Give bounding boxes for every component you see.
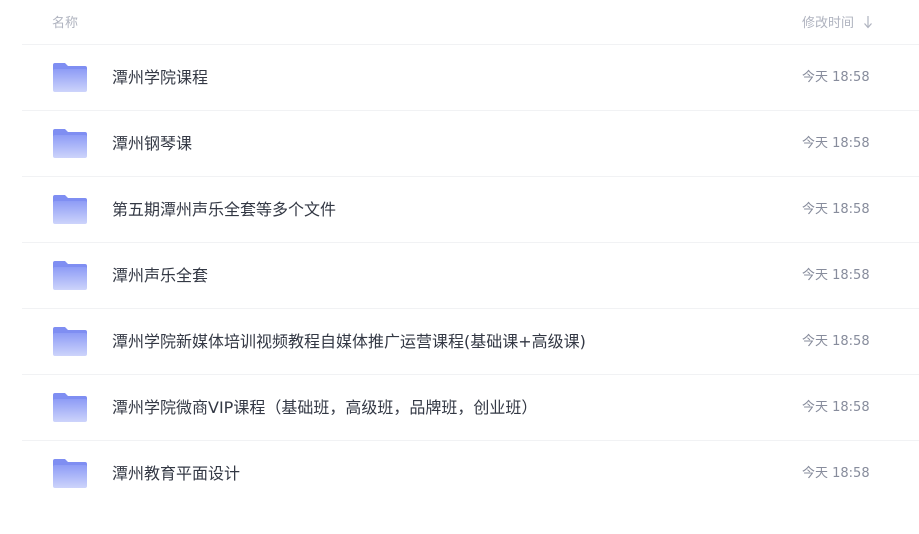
file-row[interactable]: 第五期潭州声乐全套等多个文件 今天 18:58 bbox=[22, 177, 919, 243]
folder-icon bbox=[53, 195, 87, 224]
file-rows: 潭州学院课程 今天 18:58 潭州钢琴课 今天 18:58 第五期潭州声乐全套… bbox=[22, 45, 919, 506]
folder-icon bbox=[53, 327, 87, 356]
file-name[interactable]: 潭州学院课程 bbox=[112, 67, 208, 89]
column-header-modified[interactable]: 修改时间 bbox=[802, 12, 873, 31]
file-modified-time: 今天 18:58 bbox=[802, 466, 870, 481]
file-row[interactable]: 潭州学院课程 今天 18:58 bbox=[22, 45, 919, 111]
file-name[interactable]: 潭州教育平面设计 bbox=[112, 463, 240, 485]
file-name[interactable]: 第五期潭州声乐全套等多个文件 bbox=[112, 199, 336, 221]
file-modified-time: 今天 18:58 bbox=[802, 334, 870, 349]
file-list: 名称 修改时间 潭州学院课程 今天 18:58 潭州钢琴课 今天 18:58 第… bbox=[22, 0, 919, 506]
file-name[interactable]: 潭州学院微商VIP课程（基础班，高级班，品牌班，创业班） bbox=[112, 397, 537, 419]
file-row[interactable]: 潭州学院新媒体培训视频教程自媒体推广运营课程(基础课+高级课) 今天 18:58 bbox=[22, 309, 919, 375]
folder-icon bbox=[53, 393, 87, 422]
folder-icon bbox=[53, 129, 87, 158]
file-row[interactable]: 潭州学院微商VIP课程（基础班，高级班，品牌班，创业班） 今天 18:58 bbox=[22, 375, 919, 441]
file-modified-time: 今天 18:58 bbox=[802, 136, 870, 151]
file-row[interactable]: 潭州钢琴课 今天 18:58 bbox=[22, 111, 919, 177]
file-row[interactable]: 潭州声乐全套 今天 18:58 bbox=[22, 243, 919, 309]
folder-icon bbox=[53, 63, 87, 92]
file-modified-time: 今天 18:58 bbox=[802, 202, 870, 217]
file-row[interactable]: 潭州教育平面设计 今天 18:58 bbox=[22, 441, 919, 506]
column-header-name[interactable]: 名称 bbox=[52, 12, 78, 31]
folder-icon bbox=[53, 261, 87, 290]
file-name[interactable]: 潭州钢琴课 bbox=[112, 133, 192, 155]
column-header-modified-label: 修改时间 bbox=[802, 16, 855, 31]
file-modified-time: 今天 18:58 bbox=[802, 70, 870, 85]
file-modified-time: 今天 18:58 bbox=[802, 268, 870, 283]
file-name[interactable]: 潭州声乐全套 bbox=[112, 265, 208, 287]
folder-icon bbox=[53, 459, 87, 488]
file-modified-time: 今天 18:58 bbox=[802, 400, 870, 415]
file-name[interactable]: 潭州学院新媒体培训视频教程自媒体推广运营课程(基础课+高级课) bbox=[112, 331, 586, 353]
arrow-down-icon[interactable] bbox=[863, 15, 873, 29]
list-header: 名称 修改时间 bbox=[22, 0, 919, 45]
